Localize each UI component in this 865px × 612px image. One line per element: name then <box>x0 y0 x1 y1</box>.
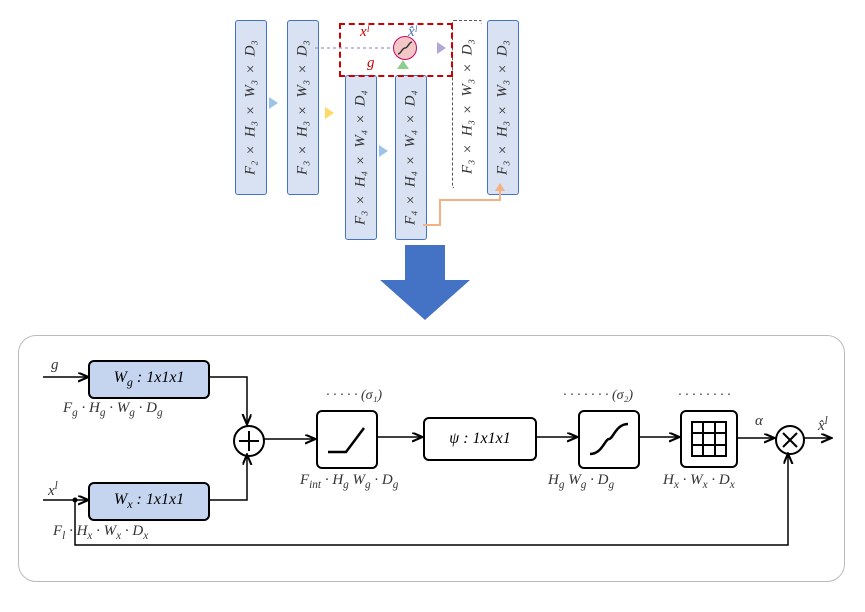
dims-hx: Hx · Wx · Dx <box>663 472 735 491</box>
relu-box <box>316 410 378 469</box>
sigmoid-box <box>578 410 640 469</box>
psi-box: ψ : 1x1x1 <box>423 417 537 461</box>
add-icon <box>233 425 265 457</box>
dims-hg: Hg Wg · Dg <box>548 472 614 491</box>
wx-box: Wx : 1x1x1 <box>88 482 210 521</box>
grid-icon <box>682 412 736 466</box>
resample-box <box>680 410 738 468</box>
block-f3h3w3d3-b: F₃ × H₃ × W₃ × D₃ <box>487 20 519 195</box>
tri-yellow <box>325 107 334 119</box>
wg-text: Wg : 1x1x1 <box>114 369 185 390</box>
xl-input-label: xl <box>48 480 58 500</box>
dims-x: Fl · Hx · Wx · Dx <box>53 523 148 542</box>
wx-text: Wx : 1x1x1 <box>114 491 184 512</box>
psi-text: ψ : 1x1x1 <box>449 430 510 448</box>
gate-sigmoid-icon <box>393 36 417 60</box>
block-f3h4w4d4: F₃ × H₄ × W₄ × D₄ <box>345 75 377 240</box>
wg-box: Wg : 1x1x1 <box>88 360 210 399</box>
relu-icon <box>318 412 376 467</box>
dims-g: Fg · Hg · Wg · Dg <box>63 400 163 419</box>
sigma2-label: · · · · · · · (σ₂) <box>563 388 633 404</box>
block-f2h3w3d3: F₂ × H₃ × W₃ × D₃ <box>235 20 267 195</box>
tri-green-up <box>397 60 409 69</box>
block-label: F₄ × H₄ × W₄ × D₄ <box>403 90 420 225</box>
top-diagram: F₂ × H₃ × W₃ × D₃ F₃ × H₃ × W₃ × D₃ F₃ ×… <box>225 15 575 230</box>
block-label: F₃ × H₃ × W₃ × D₃ <box>295 40 312 175</box>
multiply-icon <box>775 425 805 455</box>
block-label: F₃ × H₃ × W₃ × D₃ <box>495 40 512 175</box>
g-label: g <box>367 55 375 72</box>
sigma1-label: · · · · · (σ₁) <box>326 388 382 404</box>
tri-blue-2 <box>379 145 388 157</box>
tri-blue-1 <box>269 97 278 109</box>
block-label: F₂ × H₃ × W₃ × D₃ <box>243 40 260 175</box>
g-input-label: g <box>51 357 59 374</box>
block-f3h3w3d3-out: F₃ × H₃ × W₃ × D₃ <box>454 22 482 192</box>
alpha-label: α <box>755 413 763 430</box>
xhat-out-label: x̂l <box>818 415 828 435</box>
bottom-diagram: g xl Wg : 1x1x1 Fg · Hg · Wg · Dg Wx : 1… <box>18 335 843 580</box>
block-label: F₃ × H₃ × W₃ × D₃ <box>460 40 477 175</box>
tri-purple <box>437 42 446 54</box>
sigmoid-icon <box>580 412 638 467</box>
block-f3h3w3d3-a: F₃ × H₃ × W₃ × D₃ <box>287 20 319 195</box>
resample-dots: · · · · · · · · <box>678 388 731 404</box>
xl-label: xˡ <box>360 24 369 41</box>
block-f4h4w4d4: F₄ × H₄ × W₄ × D₄ <box>395 75 427 240</box>
block-label: F₃ × H₄ × W₄ × D₄ <box>353 90 370 225</box>
dims-int: Fint · Hg Wg · Dg <box>300 472 398 491</box>
